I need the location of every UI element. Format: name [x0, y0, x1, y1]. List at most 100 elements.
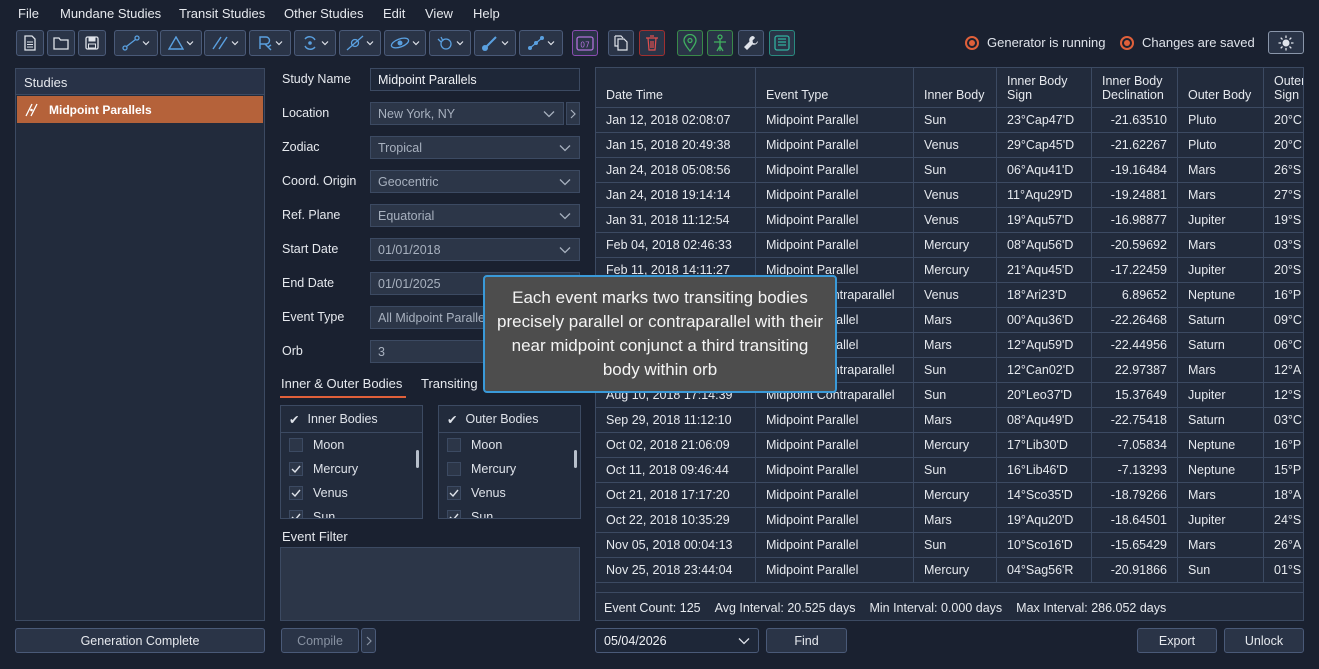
compile-button[interactable]: Compile	[281, 628, 359, 653]
col-inner-body-sign-cell: 23°Cap47'D	[997, 108, 1092, 133]
list-item[interactable]: Moon	[439, 433, 580, 457]
new-file-button[interactable]	[16, 30, 44, 56]
table-row[interactable]: Jan 24, 2018 05:08:56 Midpoint Parallel Su…	[596, 158, 1303, 183]
checkbox-checked[interactable]	[447, 510, 461, 518]
eclipse-dropdown[interactable]	[384, 30, 426, 56]
checkbox-checked[interactable]	[289, 462, 303, 476]
find-button[interactable]: Find	[766, 628, 847, 653]
checkbox-checked[interactable]	[289, 510, 303, 518]
location-dropdown[interactable]: New York, NY	[370, 102, 564, 125]
menu-help[interactable]: Help	[473, 6, 500, 21]
copy-button[interactable]	[608, 30, 634, 56]
tab-transiting[interactable]: Transiting	[421, 376, 478, 391]
list-item[interactable]: Sun	[439, 505, 580, 518]
menu-transit-studies[interactable]: Transit Studies	[179, 6, 265, 21]
table-row[interactable]: Oct 22, 2018 10:35:29 Midpoint Parallel Ma…	[596, 508, 1303, 533]
table-row[interactable]: Jan 24, 2018 19:14:14 Midpoint Parallel Ve…	[596, 183, 1303, 208]
col-inner-body-header[interactable]: Inner Body	[914, 68, 997, 108]
col-inner-body-cell: Mars	[914, 308, 997, 333]
save-button[interactable]	[78, 30, 106, 56]
table-row[interactable]: Oct 02, 2018 21:06:09 Midpoint Parallel Me…	[596, 433, 1303, 458]
col-inner-body-cell: Sun	[914, 458, 997, 483]
chevron-down-icon	[547, 41, 555, 46]
unlock-button[interactable]: Unlock	[1224, 628, 1304, 653]
checkbox[interactable]	[447, 438, 461, 452]
figure-button[interactable]	[707, 30, 733, 56]
settings-wrench-button[interactable]	[738, 30, 764, 56]
col-outer-sign-cell: 16°P	[1264, 283, 1303, 308]
compile-options-button[interactable]	[361, 628, 376, 653]
list-item[interactable]: Mercury	[281, 457, 422, 481]
ingress-dropdown[interactable]	[339, 30, 381, 56]
col-event-type-header[interactable]: Event Type	[756, 68, 914, 108]
col-date-time-header[interactable]: Date Time	[596, 68, 756, 108]
coord-origin-dropdown[interactable]: Geocentric	[370, 170, 580, 193]
menu-view[interactable]: View	[425, 6, 453, 21]
find-date-picker[interactable]: 05/04/2026	[595, 628, 759, 653]
inner-bodies-header[interactable]: ✔ Inner Bodies	[281, 406, 422, 433]
col-date-time-cell: Jan 15, 2018 20:49:38	[596, 133, 756, 158]
table-row[interactable]: Jan 15, 2018 20:49:38 Midpoint Parallel Ve…	[596, 133, 1303, 158]
lunar-dropdown[interactable]	[429, 30, 471, 56]
checkbox[interactable]	[289, 438, 303, 452]
triangle-dropdown[interactable]	[160, 30, 202, 56]
table-row[interactable]: Oct 11, 2018 09:46:44 Midpoint Parallel Su…	[596, 458, 1303, 483]
zodiac-dropdown[interactable]: Tropical	[370, 136, 580, 159]
col-outer-sign-cell: 01°S	[1264, 558, 1303, 583]
table-row[interactable]: Jan 31, 2018 11:12:54 Midpoint Parallel Ve…	[596, 208, 1303, 233]
table-row[interactable]: Sep 29, 2018 11:12:10 Midpoint Parallel Ma…	[596, 408, 1303, 433]
menu-mundane-studies[interactable]: Mundane Studies	[60, 6, 161, 21]
table-row[interactable]: Nov 25, 2018 23:44:04 Midpoint Parallel Me…	[596, 558, 1303, 583]
col-inner-body-sign-header[interactable]: Inner Body Sign	[997, 68, 1092, 108]
scrollbar[interactable]	[574, 450, 577, 468]
aspect-dropdown[interactable]	[114, 30, 158, 56]
midpoint-dropdown[interactable]	[519, 30, 563, 56]
col-inner-body-declination-cell: -17.22459	[1092, 258, 1178, 283]
cycle-dropdown[interactable]	[294, 30, 336, 56]
retrograde-dropdown[interactable]	[249, 30, 291, 56]
study-item-label: Midpoint Parallels	[49, 102, 152, 117]
checkbox-checked[interactable]	[447, 486, 461, 500]
col-outer-sign-header[interactable]: Outer Sign	[1264, 68, 1303, 108]
col-outer-body-header[interactable]: Outer Body	[1178, 68, 1264, 108]
generation-status-button[interactable]: Generation Complete	[15, 628, 265, 653]
list-item[interactable]: Sun	[281, 505, 422, 518]
menu-other-studies[interactable]: Other Studies	[284, 6, 364, 21]
table-row[interactable]: Oct 21, 2018 17:17:20 Midpoint Parallel Me…	[596, 483, 1303, 508]
parallel-dropdown[interactable]	[204, 30, 246, 56]
list-item[interactable]: Venus	[439, 481, 580, 505]
scrollbar[interactable]	[416, 450, 419, 468]
table-row[interactable]: Jan 12, 2018 02:08:07 Midpoint Parallel Su…	[596, 108, 1303, 133]
col-inner-body-sign-cell: 29°Cap45'D	[997, 133, 1092, 158]
menu-edit[interactable]: Edit	[383, 6, 405, 21]
export-db-button[interactable]	[769, 30, 795, 56]
list-item[interactable]: Moon	[281, 433, 422, 457]
station-dropdown[interactable]	[474, 30, 516, 56]
tab-inner-outer-bodies[interactable]: Inner & Outer Bodies	[281, 376, 402, 391]
study-item-midpoint-parallels[interactable]: Midpoint Parallels	[17, 96, 263, 123]
event-filter-input[interactable]	[280, 547, 580, 621]
table-row[interactable]: Nov 05, 2018 00:04:13 Midpoint Parallel Su…	[596, 533, 1303, 558]
col-outer-body-cell: Jupiter	[1178, 258, 1264, 283]
theme-button[interactable]	[1268, 31, 1304, 54]
open-folder-button[interactable]	[47, 30, 75, 56]
delete-button[interactable]	[639, 30, 665, 56]
ref-plane-dropdown[interactable]: Equatorial	[370, 204, 580, 227]
location-button[interactable]	[677, 30, 703, 56]
end-date-label: End Date	[282, 276, 335, 290]
calendar-button[interactable]: 07	[572, 30, 598, 56]
location-expand-button[interactable]	[566, 102, 580, 125]
table-row[interactable]: Feb 04, 2018 02:46:33 Midpoint Parallel Me…	[596, 233, 1303, 258]
col-inner-body-declination-header[interactable]: Inner Body Declination	[1092, 68, 1178, 108]
list-item[interactable]: Mercury	[439, 457, 580, 481]
checkbox-checked[interactable]	[289, 486, 303, 500]
list-item[interactable]: Venus	[281, 481, 422, 505]
export-db-icon	[774, 35, 790, 51]
study-name-input[interactable]: Midpoint Parallels	[370, 68, 580, 91]
start-date-picker[interactable]: 01/01/2018	[370, 238, 580, 261]
checkbox[interactable]	[447, 462, 461, 476]
menu-file[interactable]: File	[18, 6, 39, 21]
export-button[interactable]: Export	[1137, 628, 1217, 653]
outer-bodies-header[interactable]: ✔ Outer Bodies	[439, 406, 580, 433]
col-outer-body-cell: Neptune	[1178, 283, 1264, 308]
